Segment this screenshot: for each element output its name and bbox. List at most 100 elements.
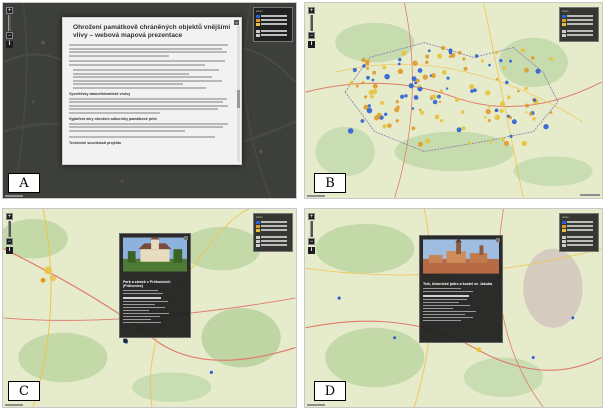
object-marker[interactable] (506, 114, 510, 118)
object-marker[interactable] (366, 107, 373, 114)
legend-row[interactable] (562, 18, 596, 22)
object-marker[interactable] (485, 108, 491, 115)
legend-row[interactable] (256, 33, 290, 37)
object-marker[interactable] (417, 141, 423, 147)
legend-row[interactable] (562, 224, 596, 228)
object-marker[interactable] (499, 108, 504, 113)
object-marker[interactable] (425, 54, 430, 59)
object-marker[interactable] (384, 73, 390, 80)
legend-row[interactable] (562, 228, 596, 232)
zoom-control[interactable]: + − i (6, 7, 13, 48)
legend-row[interactable] (562, 33, 596, 37)
zoom-in-button[interactable]: + (308, 213, 315, 220)
close-icon[interactable] (184, 236, 188, 240)
dialog-scrollbar[interactable] (237, 26, 240, 162)
object-marker[interactable] (401, 50, 407, 56)
legend-row[interactable] (256, 14, 290, 18)
object-marker[interactable] (439, 89, 444, 93)
zoom-control[interactable]: + − i (308, 213, 315, 254)
object-marker[interactable] (352, 67, 357, 73)
object-marker[interactable] (439, 119, 444, 123)
object-marker[interactable] (463, 66, 468, 71)
object-marker[interactable] (529, 112, 533, 116)
info-button[interactable]: i (6, 247, 13, 254)
object-marker[interactable] (360, 119, 365, 123)
object-marker[interactable] (382, 124, 387, 129)
zoom-out-button[interactable]: − (6, 238, 13, 245)
object-marker[interactable] (499, 101, 506, 107)
object-marker[interactable] (380, 100, 385, 105)
object-marker[interactable] (525, 111, 528, 114)
object-marker[interactable] (404, 94, 408, 98)
zoom-in-button[interactable]: + (6, 7, 13, 14)
legend-row[interactable] (562, 243, 596, 247)
info-button[interactable]: i (6, 41, 13, 48)
object-marker[interactable] (408, 83, 414, 89)
object-marker[interactable] (524, 86, 528, 91)
object-marker[interactable] (532, 117, 536, 121)
zoom-control[interactable]: + − i (308, 7, 315, 48)
object-marker[interactable] (543, 123, 549, 130)
object-marker[interactable] (506, 95, 511, 100)
object-marker[interactable] (533, 98, 537, 102)
object-marker[interactable] (372, 70, 377, 75)
object-marker[interactable] (457, 50, 462, 55)
object-marker[interactable] (432, 99, 438, 105)
object-marker[interactable] (487, 118, 491, 123)
object-marker[interactable] (517, 89, 520, 93)
object-marker[interactable] (372, 83, 378, 89)
legend-row[interactable] (562, 239, 596, 243)
object-marker[interactable] (535, 68, 541, 74)
object-marker[interactable] (509, 134, 513, 138)
legend-row[interactable] (256, 18, 290, 22)
object-marker[interactable] (488, 63, 491, 67)
object-marker[interactable] (366, 67, 369, 70)
object-marker[interactable] (361, 81, 365, 85)
object-marker[interactable] (418, 108, 422, 112)
legend-row[interactable] (256, 29, 290, 33)
legend-row[interactable] (562, 235, 596, 239)
close-icon[interactable] (496, 238, 500, 242)
object-marker[interactable] (448, 55, 451, 58)
object-marker[interactable] (441, 69, 447, 75)
object-marker[interactable] (349, 81, 354, 86)
object-marker[interactable] (384, 112, 388, 116)
legend-row[interactable] (562, 14, 596, 18)
object-marker[interactable] (505, 80, 509, 85)
object-marker[interactable] (417, 68, 423, 73)
object-marker[interactable] (361, 57, 366, 63)
zoom-control[interactable]: + − i (6, 213, 13, 254)
object-marker[interactable] (488, 105, 491, 108)
zoom-out-button[interactable]: − (6, 32, 13, 39)
object-marker[interactable] (347, 128, 354, 134)
object-marker[interactable] (397, 62, 401, 66)
object-marker[interactable] (530, 56, 535, 60)
object-marker[interactable] (395, 100, 399, 104)
object-marker[interactable] (394, 107, 400, 113)
object-marker[interactable] (364, 95, 368, 99)
object-marker[interactable] (397, 68, 404, 74)
object-marker[interactable] (494, 108, 499, 113)
object-marker[interactable] (502, 66, 507, 71)
object-marker[interactable] (411, 76, 417, 82)
object-marker[interactable] (429, 74, 432, 77)
object-marker[interactable] (362, 64, 366, 68)
close-icon[interactable]: × (234, 20, 239, 25)
object-marker[interactable] (461, 126, 466, 131)
object-marker[interactable] (460, 110, 465, 114)
object-marker[interactable] (365, 60, 368, 64)
object-marker[interactable] (494, 50, 499, 55)
zoom-in-button[interactable]: + (6, 213, 13, 220)
object-marker[interactable] (367, 59, 371, 62)
object-marker[interactable] (501, 137, 505, 141)
object-marker[interactable] (438, 100, 442, 104)
legend-row[interactable] (256, 239, 290, 243)
zoom-slider[interactable] (8, 15, 11, 31)
zoom-in-button[interactable]: + (308, 7, 315, 14)
object-marker[interactable] (454, 97, 460, 102)
info-button[interactable]: i (308, 41, 315, 48)
object-marker[interactable] (499, 59, 503, 63)
legend-row[interactable] (256, 220, 290, 224)
object-marker[interactable] (417, 84, 421, 88)
object-marker[interactable] (503, 140, 510, 146)
